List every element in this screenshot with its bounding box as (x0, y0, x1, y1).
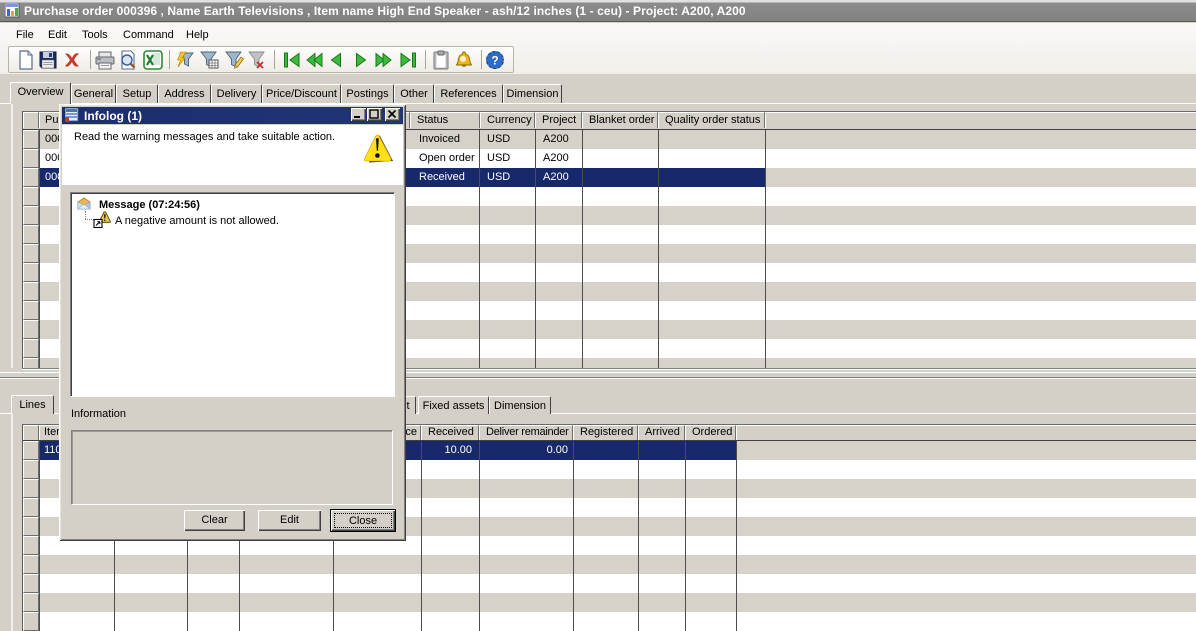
svg-text:?: ? (491, 54, 498, 68)
